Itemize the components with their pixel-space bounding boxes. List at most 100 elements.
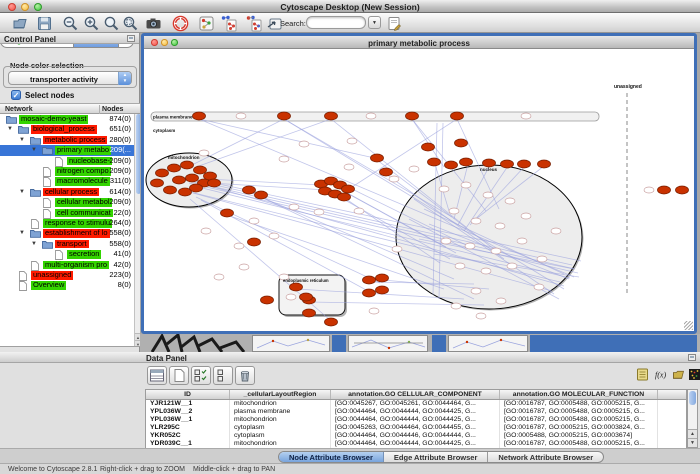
tree-row[interactable]: cellular metabol209(0) (0, 197, 134, 207)
function-builder-icon[interactable]: f(x) (654, 368, 667, 381)
table-scroll-up-icon[interactable]: ▲ (688, 429, 697, 438)
col-header-molecular-function[interactable]: annotation.GO MOLECULAR_FUNCTION (500, 390, 658, 399)
network-node-unselected[interactable] (471, 218, 481, 224)
network-canvas[interactable]: plasma membranecytoplasmmitochondrionnuc… (144, 49, 694, 331)
table-row[interactable]: YKR052Ccytoplasm[GO:0044464, GO:0044446,… (146, 432, 686, 440)
delete-attribute-icon[interactable] (235, 366, 255, 385)
open-attributes-icon[interactable] (672, 368, 685, 381)
tab-edge-attribute-browser[interactable]: Edge Attribute Browser (384, 452, 488, 462)
network-node[interactable] (376, 274, 389, 282)
network-node-unselected[interactable] (551, 228, 561, 234)
network-node[interactable] (173, 176, 186, 184)
network-node[interactable] (406, 112, 419, 120)
network-node-unselected[interactable] (537, 256, 547, 262)
background-window[interactable] (448, 335, 528, 352)
background-window[interactable] (348, 335, 428, 352)
network-node-unselected[interactable] (449, 208, 459, 214)
network-node[interactable] (278, 112, 291, 120)
expand-arrow-icon[interactable]: ▼ (19, 229, 25, 237)
network-node-unselected[interactable] (534, 284, 544, 290)
tree-row[interactable]: ▼primary metabo209(... (0, 145, 134, 155)
tree-row[interactable]: mosaic-demo-yeast874(0) (0, 114, 134, 124)
network-node[interactable] (501, 160, 514, 168)
network-node[interactable] (190, 184, 203, 192)
network-node-unselected[interactable] (495, 223, 505, 229)
table-scroll-down-icon[interactable]: ▼ (688, 438, 697, 447)
network-node-unselected[interactable] (279, 156, 289, 162)
tree-row[interactable]: ▼biological_process651(0) (0, 124, 134, 134)
network-node[interactable] (193, 112, 206, 120)
network-node[interactable] (325, 318, 338, 326)
network-node[interactable] (342, 185, 355, 193)
tab-node-attribute-browser[interactable]: Node Attribute Browser (279, 452, 384, 462)
table-row[interactable]: YLR295Ccytoplasm[GO:0045263, GO:0044464,… (146, 424, 686, 432)
tree-row[interactable]: ▼cellular process614(0) (0, 187, 134, 197)
network-node-unselected[interactable] (441, 238, 451, 244)
table-row[interactable]: YPL036W__2plasma membrane[GO:0044464, GO… (146, 408, 686, 416)
tree-row[interactable]: nitrogen compo209(0) (0, 166, 134, 176)
zoom-in-icon[interactable] (83, 15, 100, 32)
network-node-unselected[interactable] (286, 294, 296, 300)
network-node-unselected[interactable] (201, 228, 211, 234)
network-node-unselected[interactable] (481, 268, 491, 274)
network-node-unselected[interactable] (521, 213, 531, 219)
tree-row[interactable]: nucleobase-209(0) (0, 156, 134, 166)
col-header-id[interactable]: ID (146, 390, 230, 399)
network-node-unselected[interactable] (505, 198, 515, 204)
network-node-unselected[interactable] (199, 150, 209, 156)
attribute-table-header[interactable]: ID _cellularLayoutRegion annotation.GO C… (146, 390, 686, 400)
network-node-unselected[interactable] (299, 141, 309, 147)
network-node[interactable] (325, 112, 338, 120)
network-node-unselected[interactable] (521, 113, 531, 119)
network-node-unselected[interactable] (344, 164, 354, 170)
tree-row[interactable]: ▼metabolic process280(0) (0, 135, 134, 145)
network-compare-a-icon[interactable] (220, 15, 237, 32)
network-node-unselected[interactable] (354, 208, 364, 214)
network-node[interactable] (151, 179, 164, 187)
table-row[interactable]: YPL036W__1mitochondrion[GO:0044464, GO:0… (146, 416, 686, 424)
network-node-unselected[interactable] (369, 308, 379, 314)
network-node[interactable] (363, 276, 376, 284)
tree-row[interactable]: secretion41(0) (0, 249, 134, 259)
network-node[interactable] (455, 139, 468, 147)
network-node-unselected[interactable] (455, 263, 465, 269)
network-view-icon[interactable] (198, 15, 215, 32)
network-node-unselected[interactable] (483, 192, 493, 198)
open-icon[interactable] (12, 15, 29, 32)
network-node-unselected[interactable] (214, 274, 224, 280)
tree-row[interactable]: ▼establishment of lo558(0) (0, 228, 134, 238)
network-node[interactable] (460, 158, 473, 166)
float-panel-icon[interactable] (127, 35, 135, 42)
tree-column-header[interactable]: Network Nodes (0, 103, 140, 114)
network-node[interactable] (261, 296, 274, 304)
network-node[interactable] (248, 238, 261, 246)
zoom-selected-icon[interactable] (122, 15, 139, 32)
network-node-unselected[interactable] (389, 176, 399, 182)
network-node[interactable] (208, 179, 221, 187)
network-node[interactable] (676, 186, 689, 194)
network-node-unselected[interactable] (644, 187, 654, 193)
network-window-titlebar[interactable]: primary metabolic process (144, 36, 694, 49)
col-header-cellular-component[interactable]: annotation.GO CELLULAR_COMPONENT (331, 390, 500, 399)
table-scrollbar-thumb[interactable] (689, 391, 696, 405)
tree-row[interactable]: cell communicat22(0) (0, 208, 134, 218)
zoom-out-icon[interactable] (62, 15, 79, 32)
network-node[interactable] (194, 166, 207, 174)
network-node-unselected[interactable] (347, 138, 357, 144)
network-node-unselected[interactable] (465, 243, 475, 249)
network-node[interactable] (363, 289, 376, 297)
network-node-unselected[interactable] (392, 246, 402, 252)
network-node[interactable] (164, 186, 177, 194)
new-attribute-icon[interactable] (169, 366, 189, 385)
table-scrollbar[interactable]: ▲ ▼ (687, 389, 698, 448)
tree-row[interactable]: Overview8(0) (0, 280, 134, 290)
attribute-table[interactable]: ID _cellularLayoutRegion annotation.GO C… (145, 389, 687, 448)
network-node[interactable] (445, 161, 458, 169)
tree-row[interactable]: response to stimulu264(0) (0, 218, 134, 228)
network-node[interactable] (376, 286, 389, 294)
expand-arrow-icon[interactable]: ▼ (7, 125, 13, 133)
select-attributes-icon[interactable] (191, 366, 211, 385)
tree-row[interactable]: unassigned223(0) (0, 270, 134, 280)
expand-arrow-icon[interactable]: ▼ (31, 240, 37, 248)
network-node[interactable] (451, 112, 464, 120)
